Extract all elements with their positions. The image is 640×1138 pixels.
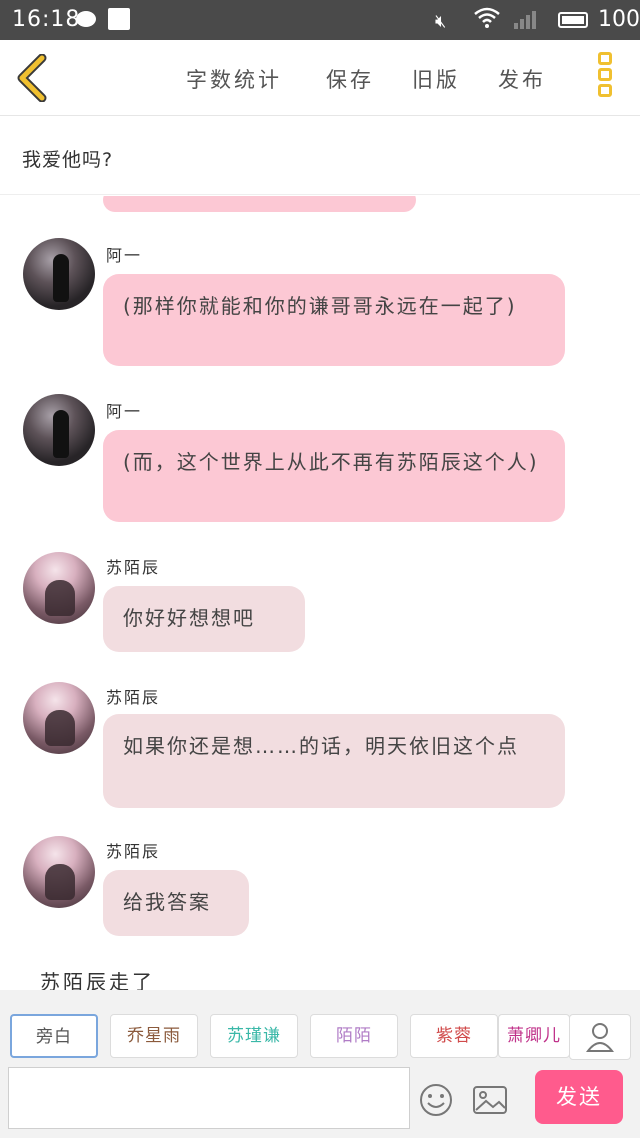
- chat-area[interactable]: 阿一 (那样你就能和你的谦哥哥永远在一起了) 阿一 (而，这个世界上从此不再有苏…: [0, 196, 640, 990]
- sender-name: 苏陌辰: [106, 688, 161, 707]
- mute-icon: 🔇︎: [435, 11, 447, 32]
- mail-notification-icon: [108, 8, 130, 30]
- role-tab[interactable]: 乔星雨: [110, 1014, 198, 1058]
- message-bubble[interactable]: (那样你就能和你的谦哥哥永远在一起了): [103, 274, 565, 366]
- image-icon: [473, 1086, 507, 1114]
- status-bar: 16:18 🔇︎ 100: [0, 0, 640, 40]
- save-button[interactable]: 保存: [326, 64, 374, 94]
- menu-dot-icon: [598, 52, 612, 65]
- smiley-icon: [420, 1084, 452, 1116]
- emoji-button[interactable]: [418, 1082, 454, 1118]
- old-version-button[interactable]: 旧版: [412, 64, 460, 94]
- status-time: 16:18: [12, 7, 81, 32]
- sender-name: 阿一: [106, 246, 143, 265]
- chevron-left-icon: [17, 53, 47, 103]
- image-button[interactable]: [472, 1084, 508, 1116]
- message-input[interactable]: [8, 1067, 410, 1129]
- input-panel: 旁白 乔星雨 苏瑾谦 陌陌 紫蓉 萧卿儿 发送: [0, 990, 640, 1138]
- role-tab-narrator[interactable]: 旁白: [10, 1014, 98, 1058]
- menu-dot-icon: [598, 68, 612, 81]
- avatar[interactable]: [23, 552, 95, 624]
- back-button[interactable]: [14, 53, 54, 103]
- wifi-icon: [474, 7, 500, 35]
- narration-text[interactable]: 苏陌辰走了: [40, 966, 155, 990]
- sender-name: 阿一: [106, 402, 143, 421]
- message-notification-icon: [76, 11, 96, 27]
- sender-name: 苏陌辰: [106, 558, 161, 577]
- message-bubble[interactable]: 如果你还是想……的话，明天依旧这个点: [103, 714, 565, 808]
- manage-roles-button[interactable]: [569, 1014, 631, 1060]
- avatar[interactable]: [23, 682, 95, 754]
- role-tab[interactable]: 陌陌: [310, 1014, 398, 1058]
- chapter-title-bar[interactable]: 我爱他吗?: [0, 117, 640, 195]
- chapter-title: 我爱他吗?: [22, 149, 114, 171]
- sender-name: 苏陌辰: [106, 842, 161, 861]
- message-bubble[interactable]: 你好好想想吧: [103, 586, 305, 652]
- menu-dot-icon: [598, 84, 612, 97]
- role-tab[interactable]: 紫蓉: [410, 1014, 498, 1058]
- role-tab[interactable]: 萧卿儿: [498, 1014, 570, 1058]
- word-count-button[interactable]: 字数统计: [186, 64, 282, 94]
- send-button[interactable]: 发送: [535, 1070, 623, 1124]
- message-bubble[interactable]: (而，这个世界上从此不再有苏陌辰这个人): [103, 430, 565, 522]
- avatar[interactable]: [23, 394, 95, 466]
- previous-message-bubble: [103, 196, 416, 212]
- battery-level: 100: [598, 7, 640, 32]
- avatar[interactable]: [23, 238, 95, 310]
- signal-icon: [514, 9, 540, 29]
- battery-icon: [558, 12, 588, 28]
- role-tab[interactable]: 苏瑾谦: [210, 1014, 298, 1058]
- publish-button[interactable]: 发布: [498, 64, 546, 94]
- person-icon: [585, 1023, 615, 1052]
- top-toolbar: 字数统计 保存 旧版 发布: [0, 40, 640, 116]
- avatar[interactable]: [23, 836, 95, 908]
- message-bubble[interactable]: 给我答案: [103, 870, 249, 936]
- more-menu-button[interactable]: [594, 52, 616, 104]
